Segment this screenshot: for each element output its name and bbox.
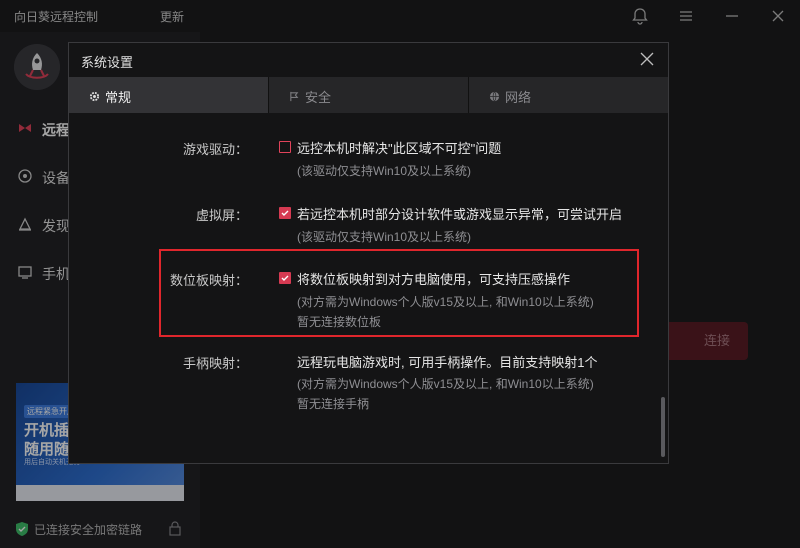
remote-icon — [16, 119, 34, 137]
tab-label: 网络 — [505, 90, 532, 105]
sidebar-item-label: 远程 — [42, 122, 70, 138]
app-title: 向日葵远程控制 — [14, 10, 99, 24]
close-icon[interactable] — [768, 6, 788, 26]
game-driver-note: (该驱动仅支持Win10及以上系统) — [297, 164, 472, 178]
virtual-screen-checkbox[interactable] — [279, 207, 291, 219]
dialog-close-icon[interactable] — [640, 52, 654, 66]
sidebar-item-label: 发现 — [42, 218, 70, 234]
gamepad-mapping-status: 暂无连接手柄 — [297, 397, 370, 411]
setting-label-gamepad-mapping: 手柄映射： — [182, 356, 248, 371]
globe-icon — [489, 90, 500, 102]
minimize-icon[interactable] — [722, 6, 742, 26]
tab-label: 安全 — [305, 90, 332, 105]
gamepad-mapping-text: 远程玩电脑游戏时, 可用手柄操作。目前支持映射1个 — [297, 355, 598, 370]
bell-icon[interactable] — [630, 6, 650, 26]
tab-general[interactable]: 常规 — [69, 77, 269, 113]
tab-security[interactable]: 安全 — [269, 77, 469, 113]
gamepad-mapping-note: (对方需为Windows个人版v15及以上, 和Win10以上系统) — [297, 377, 594, 391]
promo-footer — [16, 485, 184, 501]
virtual-screen-text: 若远控本机时部分设计软件或游戏显示异常，可尝试开启 — [297, 207, 623, 222]
sidebar-item-label: 设备 — [42, 170, 70, 186]
dialog-title: 系统设置 — [81, 55, 134, 70]
device-icon — [16, 167, 34, 185]
update-link[interactable]: 更新 — [160, 8, 184, 25]
tab-label: 常规 — [105, 90, 132, 105]
scrollbar[interactable] — [661, 397, 665, 457]
title-bar: 向日葵远程控制 更新 — [0, 0, 800, 32]
flag-icon — [289, 90, 300, 102]
settings-content: 游戏驱动： 远控本机时解决"此区域不可控"问题 (该驱动仅支持Win10及以上系… — [69, 113, 668, 463]
setting-label-virtual-screen: 虚拟屏： — [195, 208, 248, 223]
settings-tabs: 常规 安全 网络 — [69, 77, 668, 113]
sidebar-item-label: 手机 — [42, 266, 70, 282]
gear-icon — [89, 90, 100, 102]
game-driver-checkbox[interactable] — [279, 141, 291, 153]
highlight-box — [159, 249, 639, 337]
shield-check-icon — [16, 522, 28, 536]
virtual-screen-note: (该驱动仅支持Win10及以上系统) — [297, 230, 472, 244]
avatar[interactable] — [14, 44, 60, 90]
menu-icon[interactable] — [676, 6, 696, 26]
phone-icon — [16, 263, 34, 281]
discover-icon — [16, 215, 34, 233]
setting-label-game-driver: 游戏驱动： — [182, 142, 248, 157]
lock-icon[interactable] — [168, 520, 182, 536]
security-text: 已连接安全加密链路 — [34, 523, 143, 537]
tab-network[interactable]: 网络 — [469, 77, 668, 113]
game-driver-text: 远控本机时解决"此区域不可控"问题 — [297, 141, 502, 156]
settings-dialog: 系统设置 常规 安全 网络 游戏驱动： 远控本机时解决"此区域不可控"问题 (该… — [68, 42, 669, 464]
